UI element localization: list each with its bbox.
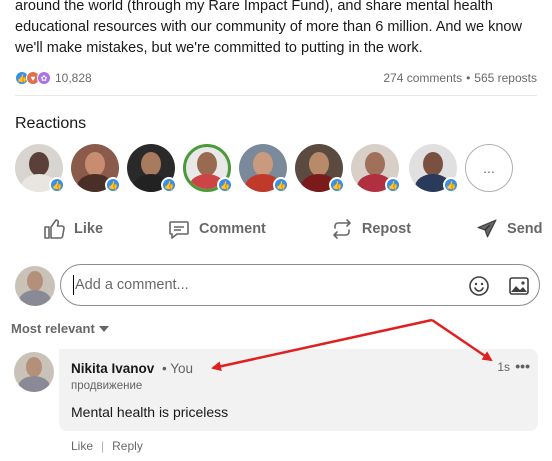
caret-down-icon	[98, 325, 109, 332]
text-caret	[73, 275, 74, 295]
action-separator: |	[101, 439, 105, 453]
commenter-avatar[interactable]	[14, 352, 54, 392]
more-label: ...	[483, 160, 495, 176]
comment-input[interactable]: Add a comment...	[60, 264, 540, 306]
reactor-avatar[interactable]: 👍	[295, 144, 345, 193]
repost-button[interactable]: Repost	[318, 212, 423, 246]
comment-text: Mental health is priceless	[71, 404, 229, 420]
comment-label: Comment	[199, 221, 266, 237]
emoji-icon[interactable]	[467, 274, 491, 298]
reactor-avatar[interactable]: 👍	[409, 144, 459, 193]
like-label: Like	[74, 221, 104, 237]
reactor-avatar[interactable]: 👍	[239, 144, 289, 193]
comment-placeholder: Add a comment...	[75, 277, 189, 293]
like-badge-icon: 👍	[217, 177, 233, 193]
like-badge-icon: 👍	[105, 177, 121, 193]
like-badge-icon: 👍	[443, 177, 459, 193]
dot-separator: •	[466, 71, 471, 85]
comment-timestamp: 1s	[497, 360, 510, 374]
post-text-line: we'll make mistakes, but we're committed…	[15, 40, 423, 56]
post-text-line: educational resources with our community…	[15, 19, 522, 35]
current-user-avatar[interactable]	[15, 266, 55, 306]
like-badge-icon: 👍	[49, 177, 65, 193]
reactor-avatar[interactable]: 👍	[351, 144, 401, 193]
comment-you-badge: • You	[162, 361, 194, 376]
reactor-avatar[interactable]: 👍	[183, 144, 233, 193]
sort-dropdown[interactable]: Most relevant	[11, 321, 109, 336]
reactor-avatar[interactable]: 👍	[71, 144, 121, 193]
reactor-avatar[interactable]: 👍	[15, 144, 65, 193]
social-counts: 👍 ♥ ✿ 10,828 274 comments • 565 reposts	[15, 69, 537, 87]
thumbs-up-icon	[44, 219, 65, 239]
more-options-icon[interactable]: •••	[515, 358, 530, 374]
divider	[15, 95, 537, 96]
comment-actions: Like | Reply	[71, 439, 143, 453]
comment-like-button[interactable]: Like	[71, 439, 93, 453]
repost-label: Repost	[361, 221, 412, 237]
image-icon[interactable]	[507, 274, 531, 298]
reaction-icons[interactable]: 👍 ♥ ✿	[15, 71, 51, 85]
send-button[interactable]: Send	[463, 212, 552, 246]
comment-reply-button[interactable]: Reply	[112, 439, 143, 453]
comment-bubble: Nikita Ivanov • You продвижение Mental h…	[59, 349, 538, 431]
like-badge-icon: 👍	[385, 177, 401, 193]
sort-label: Most relevant	[11, 321, 95, 336]
post-text-line: around the world (through my Rare Impact…	[15, 0, 493, 14]
post-actions: Like Comment Repost Send	[15, 212, 543, 246]
reposts-count[interactable]: 565 reposts	[474, 71, 537, 85]
reactor-avatars: 👍 👍 👍 👍 👍 👍 👍 👍 ...	[15, 144, 537, 194]
comment-button[interactable]: Comment	[155, 212, 278, 246]
comment-author-headline: продвижение	[71, 380, 143, 392]
comments-count[interactable]: 274 comments	[383, 71, 462, 85]
comment-icon	[169, 221, 189, 239]
reactions-heading: Reactions	[15, 115, 87, 132]
more-reactors-button[interactable]: ...	[465, 144, 513, 192]
like-badge-icon: 👍	[329, 177, 345, 193]
like-badge-icon: 👍	[161, 177, 177, 193]
post-text: around the world (through my Rare Impact…	[15, 0, 540, 59]
repost-icon	[333, 219, 351, 239]
like-badge-icon: 👍	[273, 177, 289, 193]
comment-author[interactable]: Nikita Ivanov	[71, 361, 154, 376]
send-label: Send	[507, 221, 543, 237]
reactor-avatar[interactable]: 👍	[127, 144, 177, 193]
reaction-count[interactable]: 10,828	[55, 71, 92, 85]
support-reaction-icon: ✿	[37, 71, 51, 85]
like-button[interactable]: Like	[30, 212, 115, 246]
comment-composer: Add a comment...	[15, 264, 540, 306]
send-icon	[477, 219, 497, 238]
